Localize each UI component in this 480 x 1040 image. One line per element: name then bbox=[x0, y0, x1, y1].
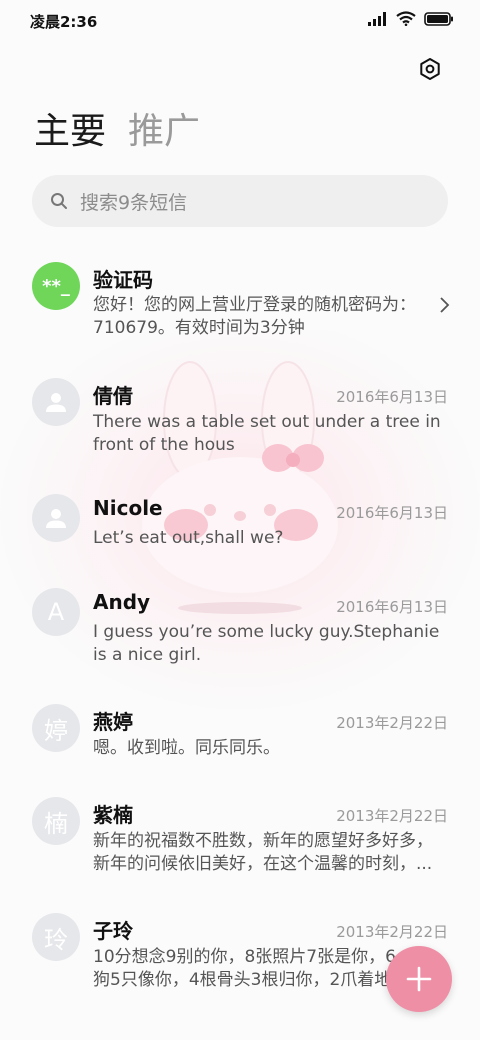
signal-icon bbox=[368, 11, 386, 26]
tab-primary[interactable]: 主要 bbox=[34, 108, 106, 156]
avatar bbox=[32, 378, 80, 426]
message-date: 2013年2月22日 bbox=[336, 807, 448, 825]
sender-name: 紫楠 bbox=[93, 803, 133, 827]
tab-bar: 主要 推广 bbox=[34, 108, 200, 156]
avatar: 婷 bbox=[32, 704, 80, 752]
avatar: 楠 bbox=[32, 797, 80, 845]
wifi-icon bbox=[396, 11, 416, 26]
chevron-right-icon bbox=[440, 297, 450, 313]
search-icon bbox=[51, 193, 67, 209]
avatar: 玲 bbox=[32, 913, 80, 961]
status-icons bbox=[368, 11, 454, 26]
message-date: 2013年2月22日 bbox=[336, 923, 448, 941]
avatar: **_ bbox=[32, 262, 80, 310]
message-item-verification-code[interactable]: **_ 验证码 您好！您的网上营业厅登录的随机密码为： 710679。有效时间为… bbox=[0, 250, 480, 350]
status-time: 凌晨2:36 bbox=[30, 13, 98, 31]
message-item-zinan[interactable]: 楠 紫楠 2013年2月22日 新年的祝福数不胜数，新年的愿望好多好多， 新年的… bbox=[0, 785, 480, 885]
message-preview: 您好！您的网上营业厅登录的随机密码为： 710679。有效时间为3分钟 bbox=[93, 295, 416, 338]
sender-name: 子玲 bbox=[93, 919, 133, 943]
settings-button[interactable] bbox=[416, 55, 444, 83]
message-date: 2016年6月13日 bbox=[336, 504, 448, 522]
sender-name: 燕婷 bbox=[93, 710, 133, 734]
message-item-yanting[interactable]: 婷 燕婷 2013年2月22日 嗯。收到啦。同乐同乐。 bbox=[0, 692, 480, 782]
avatar: A bbox=[32, 588, 80, 636]
status-bar: 凌晨2:36 bbox=[0, 0, 480, 40]
message-item-andy[interactable]: A Andy 2016年6月13日 I guess you’re some lu… bbox=[0, 576, 480, 676]
message-item-qianqian[interactable]: 倩倩 2016年6月13日 There was a table set out … bbox=[0, 366, 480, 466]
plus-icon bbox=[406, 966, 432, 992]
message-item-nicole[interactable]: Nicole 2016年6月13日 Let’s eat out,shall we… bbox=[0, 482, 480, 572]
battery-icon bbox=[424, 11, 453, 26]
message-preview: There was a table set out under a tree i… bbox=[93, 412, 441, 455]
message-preview: Let’s eat out,shall we? bbox=[93, 528, 284, 548]
new-message-button[interactable] bbox=[386, 946, 452, 1012]
sender-name: 倩倩 bbox=[93, 384, 133, 408]
search-placeholder: 搜索9条短信 bbox=[80, 191, 188, 214]
message-date: 2016年6月13日 bbox=[336, 388, 448, 406]
settings-icon bbox=[420, 58, 440, 80]
message-preview: 新年的祝福数不胜数，新年的愿望好多好多， 新年的问候依旧美好，在这个温馨的时刻，… bbox=[93, 831, 433, 874]
person-icon bbox=[46, 393, 66, 412]
avatar bbox=[32, 494, 80, 542]
message-preview: I guess you’re some lucky guy.Stephanie … bbox=[93, 622, 440, 665]
message-preview: 嗯。收到啦。同乐同乐。 bbox=[93, 738, 280, 758]
person-icon bbox=[46, 509, 66, 528]
message-date: 2016年6月13日 bbox=[336, 598, 448, 616]
message-date: 2013年2月22日 bbox=[336, 714, 448, 732]
sender-name: Nicole bbox=[93, 496, 163, 520]
search-bar[interactable]: 搜索9条短信 bbox=[32, 175, 448, 227]
sender-name: 验证码 bbox=[93, 268, 153, 292]
tab-promotions[interactable]: 推广 bbox=[128, 108, 200, 156]
sender-name: Andy bbox=[93, 590, 151, 614]
